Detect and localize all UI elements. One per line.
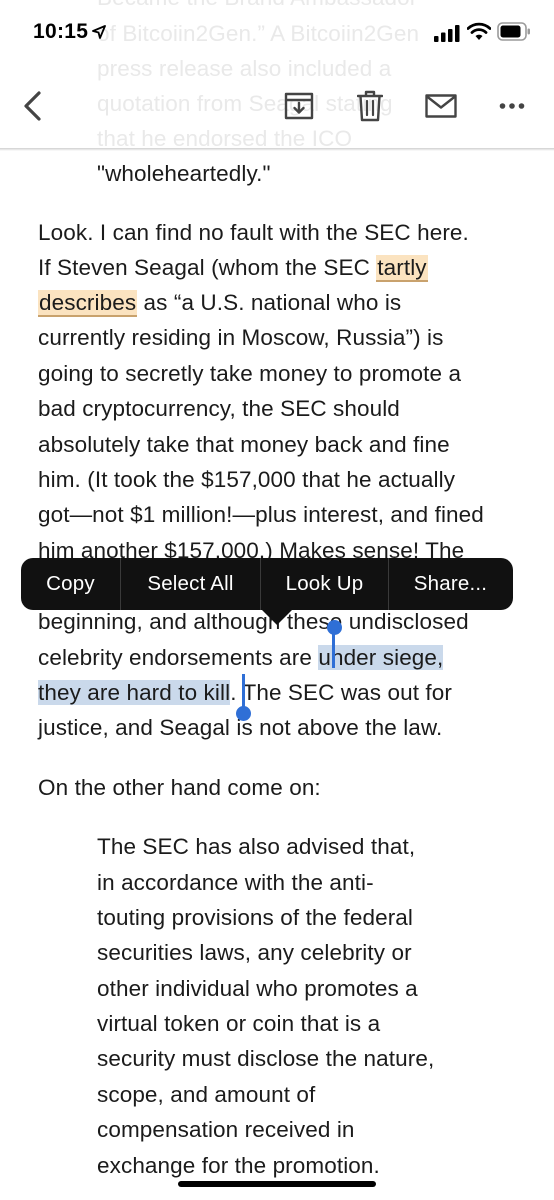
- selection-end-handle[interactable]: [236, 706, 251, 721]
- mail-icon: [425, 94, 457, 118]
- mail-button[interactable]: [421, 84, 461, 128]
- selection-start-caret: [332, 628, 335, 668]
- text-selection-menu: Copy Select All Look Up Share...: [21, 558, 513, 610]
- text-run: If Steven Seagal (whom the SEC: [38, 255, 377, 280]
- quote-line: The SEC has also advised that,: [97, 834, 416, 859]
- look-up-menu-item[interactable]: Look Up: [261, 558, 388, 610]
- paragraph-line: Look. I can find no fault with the SEC h…: [38, 220, 469, 245]
- trash-icon: [357, 90, 383, 122]
- cellular-signal-icon: [434, 24, 460, 47]
- quote-line: virtual token or coin that is a: [97, 1011, 381, 1036]
- paragraph-line: him. (It took the $157,000 that he actua…: [38, 467, 456, 492]
- text-run: as “a U.S. national who is: [137, 290, 402, 315]
- selected-text[interactable]: under siege,: [318, 645, 444, 670]
- highlight-link[interactable]: describes: [38, 290, 138, 317]
- status-bar: 10:15: [0, 0, 554, 64]
- more-icon: [499, 103, 525, 109]
- chevron-left-icon: [24, 91, 41, 121]
- quote-line: exchange for the promotion.: [97, 1153, 380, 1178]
- select-all-menu-item[interactable]: Select All: [121, 558, 260, 610]
- quote-line: in accordance with the anti-: [97, 870, 374, 895]
- paragraph-line: they are hard to kill. The SEC was out f…: [38, 675, 452, 710]
- reader-toolbar: [0, 64, 554, 151]
- wifi-icon: [466, 22, 492, 46]
- menu-pointer: [261, 609, 293, 625]
- paragraph-line: absolutely take that money back and fine: [38, 432, 450, 457]
- paragraph-line: celebrity endorsements are under siege,: [38, 640, 444, 675]
- more-button[interactable]: [492, 84, 532, 128]
- paragraph-line: bad cryptocurrency, the SEC should: [38, 396, 400, 421]
- location-arrow-icon: [92, 25, 106, 44]
- delete-button[interactable]: [350, 84, 390, 128]
- text-run: . The SEC was out for: [230, 680, 452, 705]
- battery-icon: [497, 22, 531, 46]
- quote-line: compensation received in: [97, 1117, 355, 1142]
- archive-button[interactable]: [279, 84, 319, 128]
- back-button[interactable]: [12, 84, 52, 128]
- text-run: celebrity endorsements are: [38, 645, 319, 670]
- share-menu-item[interactable]: Share...: [389, 558, 512, 610]
- quote-line: "wholeheartedly.": [97, 161, 271, 186]
- paragraph-line: If Steven Seagal (whom the SEC tartly: [38, 250, 428, 285]
- quote-line: other individual who promotes a: [97, 976, 418, 1001]
- paragraph-line: describes as “a U.S. national who is: [38, 285, 401, 320]
- paragraph-line: going to secretly take money to promote …: [38, 361, 462, 386]
- highlight-link[interactable]: tartly: [376, 255, 428, 282]
- quote-line: security must disclose the nature,: [97, 1046, 435, 1071]
- home-indicator[interactable]: [178, 1181, 376, 1187]
- quote-line: scope, and amount of: [97, 1082, 316, 1107]
- paragraph-line: got—not $1 million!—plus interest, and f…: [38, 502, 484, 527]
- quote-line: touting provisions of the federal: [97, 905, 413, 930]
- paragraph-line: On the other hand come on:: [38, 775, 321, 800]
- quote-line: securities laws, any celebrity or: [97, 940, 412, 965]
- paragraph-line: currently residing in Moscow, Russia”) i…: [38, 325, 444, 350]
- toolbar-shadow: [0, 148, 554, 151]
- archive-icon: [284, 92, 314, 120]
- selected-text[interactable]: they are hard to kill: [38, 680, 231, 705]
- copy-menu-item[interactable]: Copy: [21, 558, 120, 610]
- status-time: 10:15: [33, 20, 89, 43]
